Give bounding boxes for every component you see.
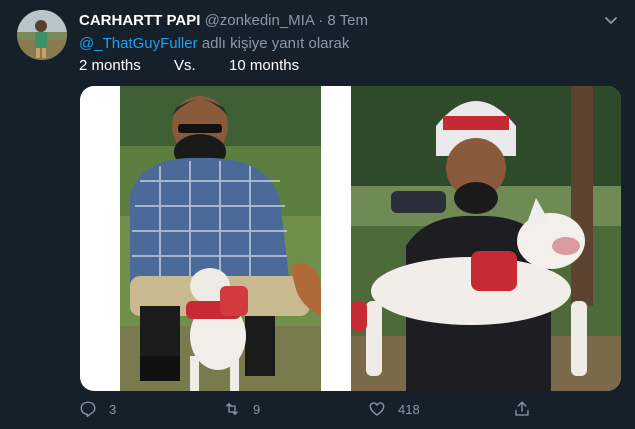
user-handle[interactable]: @zonkedin_MIA [205, 12, 314, 29]
like-button[interactable]: 418 [368, 400, 420, 418]
tweet-date[interactable]: 8 Tem [327, 12, 368, 29]
like-count: 418 [398, 401, 420, 417]
photo-2-months[interactable] [120, 86, 321, 391]
display-name[interactable]: CARHARTT PAPI [79, 12, 200, 29]
retweet-icon [226, 403, 238, 415]
reply-button[interactable]: 3 [79, 400, 116, 418]
reply-context-text: adlı kişiye yanıt olarak [197, 35, 350, 52]
reply-count: 3 [109, 401, 117, 417]
tweet-header: CARHARTT PAPI @zonkedin_MIA · 8 Tem [79, 12, 368, 29]
reply-icon [80, 401, 96, 418]
avatar[interactable] [17, 10, 67, 60]
photo-divider [342, 86, 351, 391]
photo-10-months[interactable] [351, 86, 621, 391]
reply-to-link[interactable]: @_ThatGuyFuller [79, 35, 198, 52]
retweet-button[interactable]: 9 [223, 400, 260, 418]
share-button[interactable] [513, 400, 543, 418]
tweet-media[interactable] [80, 86, 621, 391]
share-icon [515, 401, 529, 416]
chevron-down-icon[interactable] [602, 11, 620, 29]
reply-context: @_ThatGuyFuller adlı kişiye yanıt olarak [79, 35, 349, 52]
tweet-text: 2 months Vs. 10 months [79, 57, 300, 74]
separator-dot: · [318, 12, 324, 29]
heart-icon [369, 402, 385, 416]
retweet-count: 9 [253, 401, 261, 417]
tweet-actions: 3 9 418 [79, 400, 539, 424]
